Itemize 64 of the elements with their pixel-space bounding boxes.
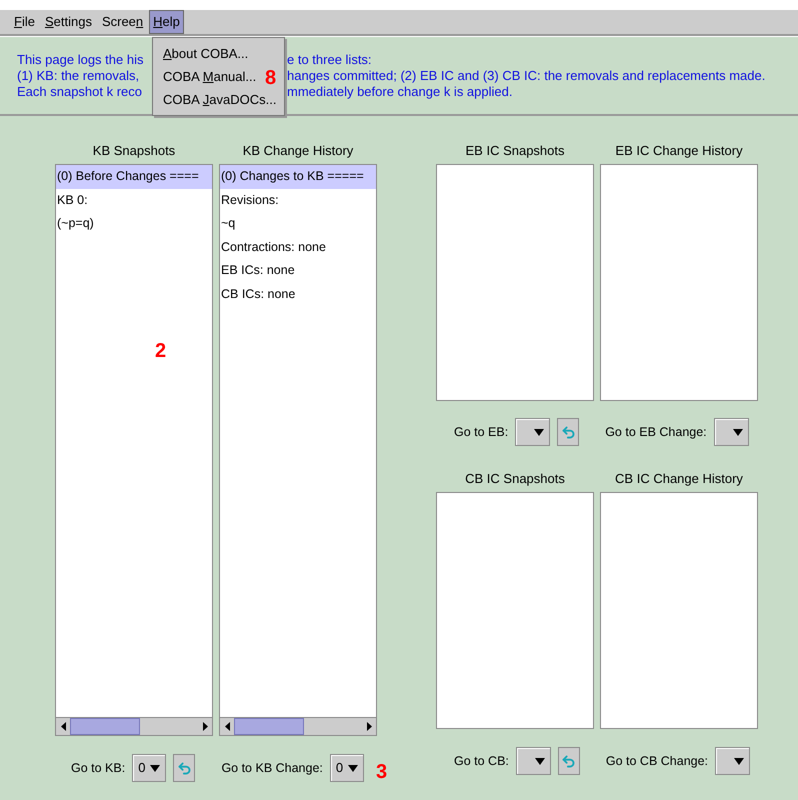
scroll-thumb[interactable] bbox=[70, 718, 140, 735]
dropdown[interactable] bbox=[515, 418, 550, 446]
dropdown[interactable] bbox=[714, 418, 749, 446]
caret-icon bbox=[534, 758, 545, 764]
info-text: hanges committed; (2) EB IC and (3) CB IC: the removals and replacements made. bbox=[287, 68, 766, 84]
list-box[interactable] bbox=[436, 164, 594, 401]
control-label: Go to CB Change: bbox=[606, 752, 708, 770]
info-text: (1) KB: the removals, bbox=[17, 68, 140, 82]
list-item[interactable]: Contractions: none bbox=[220, 236, 376, 259]
list-box[interactable] bbox=[600, 492, 758, 729]
list-box[interactable] bbox=[436, 492, 594, 729]
control-label: Go to EB: bbox=[454, 424, 508, 441]
list-title: CB IC Change History bbox=[615, 470, 743, 488]
annotation-number: 3 bbox=[376, 760, 388, 784]
info-text: mmediately before change k is applied. bbox=[287, 84, 512, 100]
info-text: e to three lists: bbox=[287, 52, 372, 68]
annotation-number: 2 bbox=[155, 339, 166, 363]
control-label: Go to EB Change: bbox=[605, 424, 707, 441]
list-title: KB Change History bbox=[242, 142, 354, 160]
list-item[interactable]: EB ICs: none bbox=[220, 259, 376, 282]
menu-item[interactable]: Help bbox=[149, 10, 184, 34]
undo-button[interactable] bbox=[557, 418, 580, 446]
info-text: This page logs the his bbox=[17, 52, 144, 66]
menu-item[interactable]: Screen bbox=[98, 10, 148, 34]
undo-icon bbox=[561, 754, 576, 768]
control-label: Go to CB: bbox=[454, 752, 509, 770]
list-item[interactable]: (~p=q) bbox=[56, 212, 212, 236]
caret-icon bbox=[150, 764, 160, 772]
scroll-thumb[interactable] bbox=[234, 718, 304, 735]
caret-icon bbox=[732, 428, 743, 436]
menu-entry[interactable]: COBA Manual... bbox=[153, 65, 256, 88]
undo-button[interactable] bbox=[558, 747, 580, 775]
menu-item[interactable]: File bbox=[10, 10, 39, 34]
list-title: EB IC Snapshots bbox=[466, 142, 564, 160]
caret-icon bbox=[534, 428, 544, 436]
list-item[interactable]: CB ICs: none bbox=[220, 282, 376, 306]
list-item[interactable]: (0) Changes to KB ===== bbox=[220, 165, 376, 188]
dropdown[interactable] bbox=[715, 747, 750, 775]
dropdown[interactable]: 0 bbox=[132, 754, 166, 782]
list-item[interactable]: ~q bbox=[220, 212, 376, 236]
undo-button[interactable] bbox=[173, 754, 196, 782]
undo-icon bbox=[176, 760, 192, 776]
menu-entry[interactable]: COBA JavaDOCs... bbox=[153, 88, 276, 111]
dropdown[interactable]: 0 bbox=[330, 754, 364, 782]
caret-icon bbox=[348, 764, 358, 772]
info-text: Each snapshot k reco bbox=[17, 84, 142, 98]
list-title: KB Snapshots bbox=[92, 142, 176, 160]
dropdown[interactable] bbox=[516, 747, 551, 775]
list-box[interactable] bbox=[600, 164, 758, 401]
undo-icon bbox=[560, 424, 576, 440]
caret-icon bbox=[734, 758, 744, 764]
list-title: CB IC Snapshots bbox=[465, 470, 565, 488]
menu-item[interactable]: Settings bbox=[40, 10, 96, 34]
horizontal-scrollbar[interactable] bbox=[56, 717, 212, 735]
annotation-number: 8 bbox=[265, 66, 276, 90]
control-label: Go to KB Change: bbox=[221, 760, 323, 777]
menu-entry[interactable]: About COBA... bbox=[153, 42, 248, 65]
list-title: EB IC Change History bbox=[615, 142, 743, 160]
list-box[interactable]: (0) Changes to KB ===== Revisions: ~q Contractions: none EB ICs: none CB ICs: none bbox=[219, 164, 377, 736]
horizontal-scrollbar[interactable] bbox=[220, 717, 376, 735]
list-item[interactable]: (0) Before Changes ==== bbox=[56, 165, 212, 188]
control-label: Go to KB: bbox=[71, 760, 126, 777]
list-item[interactable]: Revisions: bbox=[220, 188, 376, 212]
list-item[interactable]: KB 0: bbox=[56, 188, 212, 212]
